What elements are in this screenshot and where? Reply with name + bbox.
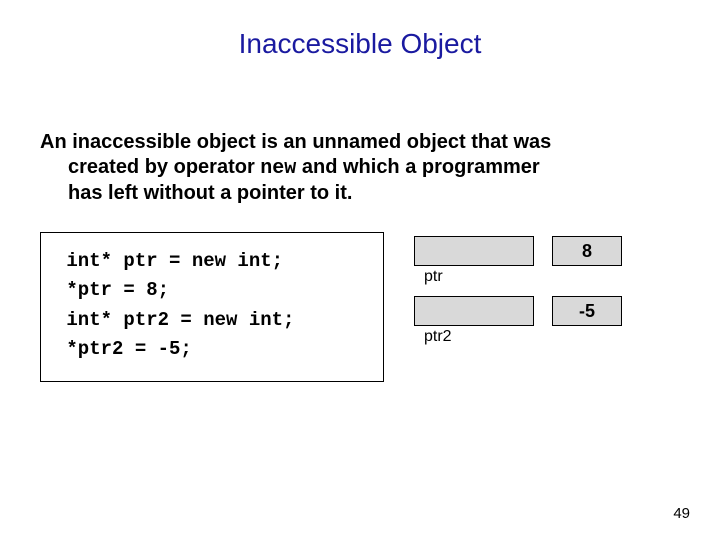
ptr-pointer-box: [414, 236, 534, 266]
content-row: int* ptr = new int; *ptr = 8; int* ptr2 …: [40, 232, 680, 382]
code-sample: int* ptr = new int; *ptr = 8; int* ptr2 …: [40, 232, 384, 382]
ptr2-pointer-box: [414, 296, 534, 326]
code-keyword-new: new: [260, 157, 296, 180]
para-line2a: created by operator: [68, 156, 260, 178]
definition-paragraph: An inaccessible object is an unnamed obj…: [40, 130, 680, 206]
slide-title: Inaccessible Object: [40, 28, 680, 60]
para-line3: has left without a pointer to it.: [40, 181, 680, 206]
ptr2-label: ptr2: [414, 328, 680, 354]
memory-diagram: 8 ptr -5 ptr2: [414, 232, 680, 354]
page-number: 49: [673, 505, 690, 522]
slide: Inaccessible Object An inaccessible obje…: [0, 0, 720, 540]
ptr2-value-box: -5: [552, 296, 622, 326]
ptr-value-box: 8: [552, 236, 622, 266]
para-line1: An inaccessible object is an unnamed obj…: [40, 131, 551, 153]
ptr-row: 8: [414, 234, 680, 268]
ptr-label: ptr: [414, 268, 680, 294]
ptr2-row: -5: [414, 294, 680, 328]
para-line2b: and which a programmer: [296, 156, 539, 178]
